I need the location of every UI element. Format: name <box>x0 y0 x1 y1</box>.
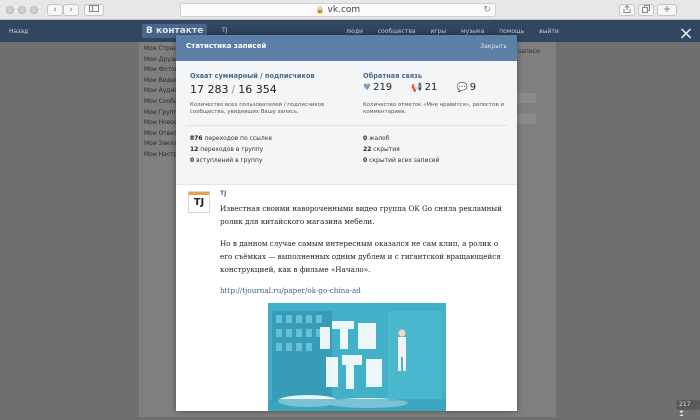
post-image[interactable] <box>268 303 446 411</box>
stat-hides: 22 скрытия <box>363 146 400 153</box>
lock-icon: 🔒 <box>315 6 325 14</box>
stat-reports: 0 жалоб <box>363 135 390 142</box>
nav-logout[interactable]: выйти <box>539 28 559 35</box>
browser-toolbar: ‹ › 🔒 vk.com ↻ <box>0 0 700 20</box>
new-tab-button[interactable] <box>657 4 677 16</box>
url-text: vk.com <box>327 5 361 15</box>
right-column-text: записи <box>518 48 540 55</box>
stats-divider <box>186 125 507 126</box>
modal-close-button[interactable]: Закрыть <box>480 43 507 50</box>
window-minimize-dot[interactable] <box>18 6 26 14</box>
reload-icon[interactable]: ↻ <box>483 4 491 16</box>
avatar-accent-bar <box>189 192 209 195</box>
sidebar-icon <box>89 5 99 12</box>
back-link[interactable]: Назад <box>9 28 28 35</box>
post-text: Известная своими навороченными видео гру… <box>220 202 510 285</box>
browser-back-button[interactable]: ‹ <box>47 4 63 16</box>
post-author[interactable]: TJ <box>220 190 226 197</box>
post-link[interactable]: http://tjournal.ru/paper/ok-go-china-ad <box>220 286 361 295</box>
sidebar-toggle-button[interactable] <box>84 4 104 16</box>
reach-separator: / <box>231 83 236 96</box>
megaphone-icon: 📢 <box>411 83 423 93</box>
share-icon <box>623 4 631 13</box>
post-image-picture <box>268 303 446 411</box>
reach-subscribers: 16 354 <box>238 83 277 96</box>
window-close-dot[interactable] <box>6 6 14 14</box>
plus-icon <box>664 6 670 12</box>
nav-people[interactable]: люди <box>346 28 363 35</box>
stat-joins: 0 вступлений в группу <box>190 157 263 164</box>
share-button[interactable] <box>619 4 635 16</box>
comment-icon: 💬 <box>456 83 468 93</box>
stat-group-clicks: 12 переходов в группу <box>190 146 264 153</box>
right-button[interactable] <box>516 93 536 103</box>
address-bar[interactable]: 🔒 vk.com ↻ <box>180 3 496 17</box>
avatar-logo: TJ <box>193 197 205 208</box>
likes-stat: ♥ 219 <box>363 82 393 93</box>
close-icon[interactable]: × <box>678 25 694 43</box>
tabs-icon <box>642 5 650 13</box>
reach-value: 17 283/16 354 <box>190 83 277 96</box>
view-count-badge: 217 <box>676 400 700 416</box>
header-group-name[interactable]: TJ <box>222 27 227 34</box>
reach-label: Охват суммарный / подписчиков <box>190 72 315 80</box>
reach-total: 17 283 <box>190 83 229 96</box>
stats-modal: Статистика записей Закрыть Охват суммарн… <box>176 35 517 411</box>
nav-games[interactable]: игры <box>430 28 446 35</box>
browser-forward-button[interactable]: › <box>63 4 79 16</box>
post-paragraph: Но в данном случае самым интересным оказ… <box>220 239 501 274</box>
nav-music[interactable]: музыка <box>461 28 484 35</box>
heart-icon: ♥ <box>363 83 372 93</box>
stat-link-clicks: 876 переходов по ссылке <box>190 135 273 142</box>
right-button[interactable] <box>516 114 536 124</box>
stats-panel: Охват суммарный / подписчиков 17 283/16 … <box>176 61 517 185</box>
window-zoom-dot[interactable] <box>30 6 38 14</box>
nav-help[interactable]: помощь <box>499 28 524 35</box>
feedback-label: Обратная связь <box>363 72 423 80</box>
stat-hide-all: 0 скрытий всех записей <box>363 157 440 164</box>
feedback-description: Количество отметок «Мне нравится», репос… <box>363 102 504 115</box>
comments-stat: 💬 9 <box>456 82 477 93</box>
post-avatar[interactable]: TJ <box>188 191 210 213</box>
nav-communities[interactable]: сообщества <box>378 28 416 35</box>
top-nav: люди сообщества игры музыка помощь выйти <box>346 28 572 35</box>
reach-description: Количество всех пользователей / подписчи… <box>190 102 325 115</box>
reposts-stat: 📢 21 <box>411 82 438 93</box>
post-paragraph: Известная своими навороченными видео гру… <box>220 204 502 226</box>
feedback-values: ♥ 219 📢 21 💬 9 <box>363 82 492 93</box>
modal-title: Статистика записей <box>186 42 267 50</box>
tabs-button[interactable] <box>638 4 654 16</box>
person-icon <box>679 410 684 416</box>
modal-header: Статистика записей Закрыть <box>176 35 517 61</box>
